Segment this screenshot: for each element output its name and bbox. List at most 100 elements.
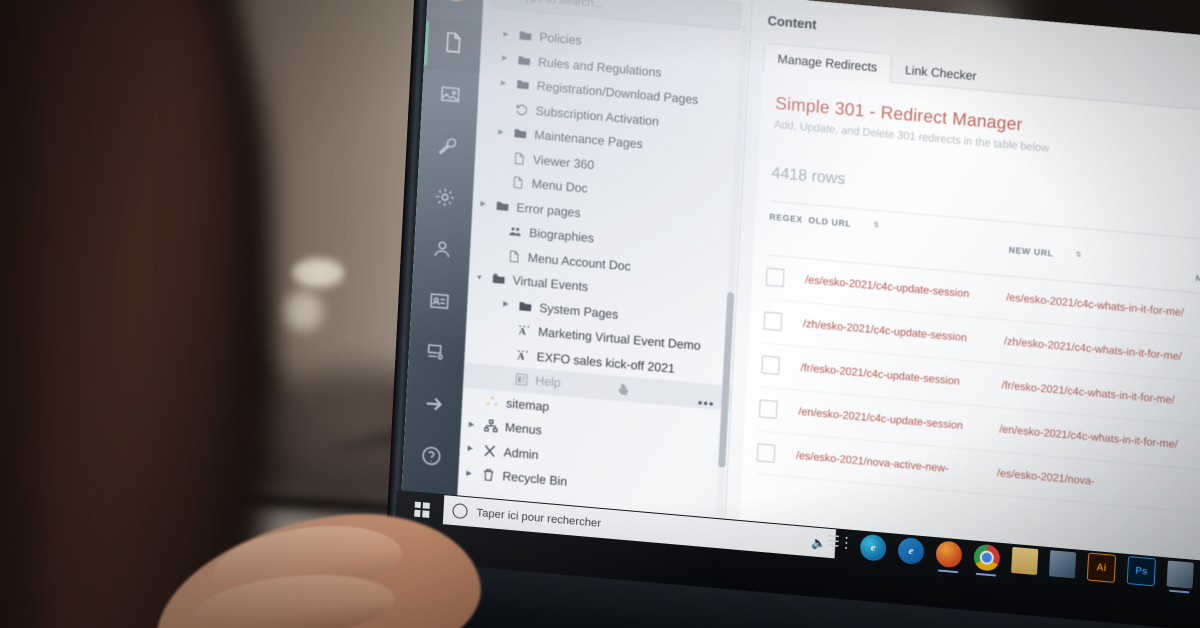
tree-node-label: Menu Doc (531, 177, 588, 196)
rail-item-help[interactable] (402, 430, 461, 487)
redirects-table: REGEX OLD URL ⇅ NEW URL ⇅ NO /es/esko-20… (755, 201, 1200, 514)
lamp-highlight (292, 258, 344, 288)
folder-icon (515, 53, 533, 68)
taskbar-app-illustrator[interactable]: Ai (1086, 552, 1117, 583)
tree-node-label: System Pages (538, 300, 619, 322)
taskbar-search-placeholder: Taper ici pour rechercher (476, 506, 602, 530)
template-icon: A (513, 348, 531, 363)
tree-node-caret[interactable]: ▶ (496, 128, 505, 136)
tree-node-label: Viewer 360 (532, 152, 595, 172)
cortana-circle-icon (452, 502, 468, 520)
person-hair-highlight (40, 0, 230, 628)
avatar[interactable]: EXFO (440, 0, 472, 3)
notes-cell[interactable] (1185, 423, 1200, 470)
taskbar-app-edge-chromium[interactable]: e (859, 533, 887, 562)
tree-node-caret[interactable]: ▶ (499, 79, 508, 87)
tree-node-caret[interactable]: ▶ (501, 301, 510, 309)
regex-checkbox[interactable] (758, 399, 778, 419)
tree-node-caret[interactable]: ▶ (478, 200, 487, 208)
sort-icon-new-url[interactable]: ⇅ (1075, 251, 1082, 259)
regex-cell (762, 298, 805, 347)
document-icon (441, 31, 464, 60)
question-circle-icon (420, 444, 443, 473)
folder-icon (514, 77, 532, 92)
tree-node-label: Menu Account Doc (527, 250, 632, 274)
regex-checkbox[interactable] (763, 311, 783, 331)
menus-icon (482, 418, 500, 433)
id-card-icon (428, 289, 451, 318)
tree-node-label: Biographies (528, 225, 595, 246)
screenshot-stage: EXFO (0, 0, 1200, 628)
rail-item-members[interactable] (410, 275, 469, 332)
layout-icon (512, 372, 530, 387)
tree-node-label: sitemap (505, 396, 550, 414)
tree-node-label: Virtual Events (512, 273, 589, 295)
folder-icon (493, 198, 511, 213)
history-icon (512, 102, 530, 117)
col-header-notes-label: NO (1195, 273, 1200, 285)
regex-checkbox[interactable] (761, 355, 781, 375)
rail-item-media[interactable] (421, 68, 480, 125)
regex-checkbox[interactable] (765, 267, 785, 288)
regex-cell (760, 342, 802, 390)
wrench-icon (436, 134, 459, 163)
windows-logo-icon (413, 501, 430, 518)
regex-cell (758, 386, 800, 434)
page-icon (510, 151, 528, 166)
taskbar-app-app-blue[interactable] (1048, 550, 1077, 579)
col-header-new-url-label: NEW URL (1008, 244, 1054, 259)
folder-icon (516, 28, 534, 43)
tree-node-label: Menus (504, 420, 543, 438)
microphone-icon[interactable]: 🔈 (811, 535, 827, 550)
notes-cell[interactable] (1183, 467, 1200, 514)
tree-actions-menu[interactable]: ••• (697, 395, 714, 411)
taskbar-app-chrome[interactable] (973, 543, 1001, 572)
taskbar-app-app-teal[interactable] (1166, 560, 1194, 589)
tree-node-label: Recycle Bin (502, 469, 568, 490)
trash-icon (479, 467, 497, 482)
tree-node-list: ▶ Policies ▶ Rules and Regulations ▶ Registra… (458, 12, 750, 508)
tree-node-caret[interactable]: ▶ (501, 30, 510, 38)
sitemap-icon (483, 394, 501, 409)
tree-node-caret[interactable]: ▶ (500, 55, 509, 63)
lamp-highlight-secondary (282, 290, 324, 332)
notes-cell[interactable] (1190, 336, 1200, 382)
redirect-manager-panel: Simple 301 - Redirect Manager Add, Updat… (737, 71, 1200, 593)
tree-node-caret[interactable]: ▶ (464, 470, 473, 478)
notes-cell[interactable] (1188, 380, 1200, 426)
page-icon (508, 175, 526, 190)
rail-item-translation[interactable] (405, 378, 464, 435)
notes-cell[interactable] (1192, 292, 1200, 338)
regex-cell (755, 430, 798, 478)
tree-node-caret[interactable]: ▼ (475, 274, 484, 282)
taskbar-app-photoshop[interactable]: Ps (1126, 555, 1157, 587)
tree-node-label: Error pages (516, 200, 581, 220)
table-body: /es/esko-2021/c4c-update-session/es/esko… (755, 255, 1200, 514)
col-header-regex[interactable]: REGEX (767, 201, 810, 259)
rail-item-content[interactable] (423, 16, 483, 74)
tree-node-caret[interactable]: ▶ (466, 445, 475, 453)
rail-item-developer[interactable] (416, 172, 475, 229)
tree-node-caret[interactable]: ▶ (467, 421, 476, 429)
content-tree-panel: Type to search... ▶ Policies ▶ Rules and Re… (454, 0, 753, 580)
folder-open-icon (489, 272, 507, 287)
regex-checkbox[interactable] (756, 442, 776, 463)
rail-item-users[interactable] (413, 223, 472, 280)
forms-icon (425, 340, 448, 369)
taskbar-app-firefox[interactable] (935, 540, 963, 569)
tree-node-label: Policies (539, 30, 583, 48)
page-icon (505, 248, 523, 263)
rail-item-forms[interactable] (407, 327, 466, 384)
task-view-icon[interactable]: ☰⋮ (826, 532, 853, 552)
rail-item-settings[interactable] (418, 120, 477, 177)
template-icon: A (515, 323, 533, 338)
sort-icon-old-url[interactable]: ⇅ (873, 222, 880, 230)
col-header-old-url-label: OLD URL (808, 215, 852, 229)
regex-cell (765, 255, 807, 303)
search-placeholder: Type to search... (518, 0, 604, 11)
taskbar-app-file-explorer[interactable] (1011, 546, 1039, 576)
taskbar-app-edge-legacy[interactable]: e (897, 536, 925, 566)
folder-icon (511, 126, 529, 141)
svg-text:A: A (517, 351, 526, 363)
image-icon (439, 82, 462, 111)
